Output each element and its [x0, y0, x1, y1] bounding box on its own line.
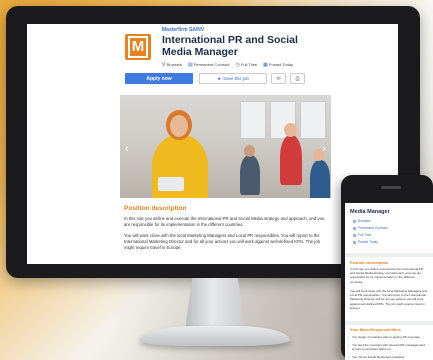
location-icon: ⚲ [162, 62, 166, 68]
meta-location: ⚲Brussels [162, 62, 183, 68]
star-icon: ★ [217, 75, 222, 81]
company-name[interactable]: Masterfirm SA/NV [162, 27, 204, 33]
mail-icon: ✉ [276, 75, 281, 82]
clock-icon: ◷ [235, 62, 240, 68]
phone-meta-posted: Posted Today [353, 240, 378, 244]
section-title: Position description [124, 205, 187, 212]
phone-meta-hours: Full Time [353, 233, 371, 237]
company-logo: M [125, 34, 151, 60]
description-paragraph: You will work close with the local Marke… [124, 233, 321, 250]
apply-button[interactable]: Apply now [125, 73, 193, 84]
monitor-stand [185, 278, 245, 330]
phone-device: Media Manager Brussels Permanent Contrac… [341, 175, 433, 360]
list-item: You feed the countries with relevant PR … [348, 343, 428, 351]
phone-meta-location: Brussels [353, 219, 371, 223]
list-item: You roll out Social Media best practices [348, 355, 428, 359]
phone-section-title: Your Main Responsibilities [350, 327, 401, 332]
phone-paragraph: You will work close with the local Marke… [350, 289, 428, 310]
job-meta: ⚲Brussels ▤Permanent Contract ◷Full Time… [162, 62, 293, 68]
carousel-next-button[interactable]: › [319, 142, 329, 156]
job-title: International PR and Social Media Manage… [162, 34, 298, 58]
email-button[interactable]: ✉ [271, 73, 286, 84]
phone-speaker [381, 186, 401, 189]
list-item: You design a proactive plan in getting P… [348, 335, 428, 339]
phone-meta-contract: Permanent Contract [353, 226, 388, 230]
print-icon: ⎙ [295, 75, 300, 82]
calendar-icon: ▦ [263, 62, 268, 68]
phone-job-title: Media Manager [350, 209, 390, 215]
phone-paragraph: In this role you define and execute the … [350, 267, 424, 284]
save-job-button[interactable]: ★ Save this job [199, 73, 267, 84]
phone-section-title: Position description [350, 260, 389, 265]
monitor-base [140, 326, 290, 346]
carousel-prev-button[interactable]: ‹ [122, 142, 132, 156]
job-hero-image [120, 95, 331, 198]
contract-icon: ▤ [188, 62, 193, 68]
divider [345, 321, 433, 325]
divider [345, 253, 433, 257]
meta-contract: ▤Permanent Contract [188, 62, 230, 68]
tablet [158, 177, 184, 191]
phone-screen: Media Manager Brussels Permanent Contrac… [345, 203, 433, 360]
job-header: M Masterfirm SA/NV International PR and … [27, 24, 398, 92]
print-button[interactable]: ⎙ [290, 73, 305, 84]
meta-hours: ◷Full Time [235, 62, 258, 68]
description-paragraph: In this role you define and execute the … [124, 216, 325, 227]
meta-posted: ▦Posted Today [263, 62, 294, 68]
